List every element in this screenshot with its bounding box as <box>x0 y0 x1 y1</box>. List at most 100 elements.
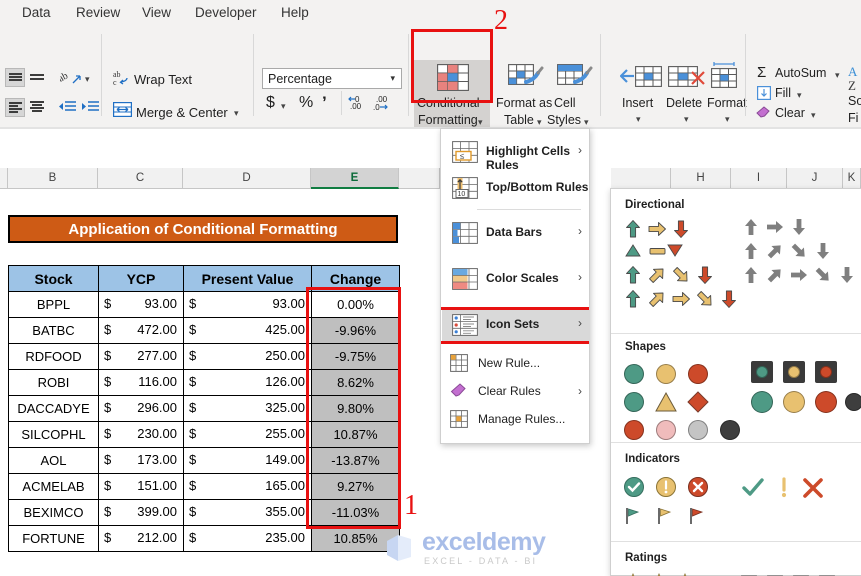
menu-item-data-bars[interactable]: Data Bars › <box>442 216 590 250</box>
icon-check-circle-green[interactable] <box>623 476 645 503</box>
cell-ycp[interactable]: $472.00 <box>98 317 184 344</box>
cell-stock[interactable]: DACCADYE <box>8 395 99 422</box>
merge-center-chevron-down-icon[interactable]: ▾ <box>234 108 239 119</box>
fill-label[interactable]: Fill <box>775 86 791 100</box>
cell-stock[interactable]: BEXIMCO <box>8 499 99 526</box>
autosum-icon[interactable]: Σ <box>757 64 766 81</box>
insert-cells-icon[interactable] <box>619 64 662 95</box>
insert-chevron-down-icon[interactable]: ▾ <box>636 114 641 125</box>
menu-item-color-scales[interactable]: Color Scales › <box>442 262 590 296</box>
menu-item-manage-rules[interactable]: Manage Rules... <box>442 407 590 433</box>
accounting-chevron-down-icon[interactable]: ▾ <box>281 101 286 112</box>
cell-present-value[interactable]: $255.00 <box>183 421 312 448</box>
icon-arrow-ne-gray[interactable] <box>765 265 785 290</box>
icon-arrow-se-amber[interactable] <box>695 289 715 314</box>
menu-item-icon-sets[interactable]: Icon Sets › <box>442 308 590 342</box>
menu-item-new-rule[interactable]: New Rule... <box>442 351 590 377</box>
menu-item-highlight-cells-rules[interactable]: ≤ Highlight Cells Rules › <box>442 135 590 172</box>
decrease-decimal-icon[interactable]: 0 .00 <box>347 94 366 116</box>
cell-ycp[interactable]: $212.00 <box>98 525 184 552</box>
icon-diamond-red[interactable] <box>686 390 710 419</box>
column-header-b[interactable]: B <box>8 168 98 189</box>
icon-arrow-up-gray[interactable] <box>741 265 761 290</box>
table-row[interactable]: FORTUNE $212.00 $235.00 10.85% <box>8 525 400 552</box>
cell-stock[interactable]: ROBI <box>8 369 99 396</box>
cell-present-value[interactable]: $235.00 <box>183 525 312 552</box>
fill-chevron-down-icon[interactable]: ▾ <box>797 90 802 101</box>
cell-ycp[interactable]: $93.00 <box>98 291 184 318</box>
icon-circle-pink[interactable] <box>656 420 676 440</box>
tab-help[interactable]: Help <box>281 5 309 20</box>
cell-stock[interactable]: ACMELAB <box>8 473 99 500</box>
icon-circle-amber[interactable] <box>783 391 805 413</box>
format-cells-icon[interactable] <box>708 60 740 95</box>
menu-item-top-bottom-rules[interactable]: 10 Top/Bottom Rules › <box>442 171 590 205</box>
wrap-text-label[interactable]: Wrap Text <box>134 72 192 87</box>
icon-flag-amber[interactable] <box>655 506 675 531</box>
tab-review[interactable]: Review <box>76 5 120 20</box>
icon-circle-green[interactable] <box>624 392 644 412</box>
icon-arrow-down-gray[interactable] <box>837 265 857 290</box>
comma-style-icon[interactable]: ’ <box>322 93 327 113</box>
cell-present-value[interactable]: $93.00 <box>183 291 312 318</box>
cell-present-value[interactable]: $250.00 <box>183 343 312 370</box>
column-header-f[interactable] <box>399 168 440 189</box>
clear-icon[interactable] <box>756 106 772 126</box>
cell-present-value[interactable]: $165.00 <box>183 473 312 500</box>
menu-item-clear-rules[interactable]: Clear Rules › <box>442 379 590 405</box>
icon-circle-silver[interactable] <box>688 420 708 440</box>
cell-present-value[interactable]: $325.00 <box>183 395 312 422</box>
icon-circle-black[interactable] <box>845 393 861 411</box>
icon-arrow-se-gray[interactable] <box>789 241 809 266</box>
orientation-chevron-down-icon[interactable]: ▾ <box>85 74 90 85</box>
cell-ycp[interactable]: $277.00 <box>98 343 184 370</box>
merge-center-icon[interactable] <box>113 102 132 122</box>
tab-view[interactable]: View <box>142 5 171 20</box>
column-header-k[interactable]: K <box>843 168 861 189</box>
align-top-button[interactable] <box>5 68 25 87</box>
align-middle-button[interactable] <box>28 68 48 87</box>
cell-ycp[interactable]: $296.00 <box>98 395 184 422</box>
cell-stock[interactable]: RDFOOD <box>8 343 99 370</box>
increase-indent-icon[interactable] <box>81 100 101 119</box>
icon-arrow-up-gray[interactable] <box>741 241 761 266</box>
column-header-h[interactable]: H <box>671 168 731 189</box>
column-header-i[interactable]: I <box>731 168 787 189</box>
icon-circle-red[interactable] <box>624 420 644 440</box>
accounting-number-format-icon[interactable]: $ <box>266 94 275 112</box>
column-header-c[interactable]: C <box>98 168 183 189</box>
icon-circle-amber[interactable] <box>656 364 676 384</box>
icon-arrow-up-green[interactable] <box>623 289 643 314</box>
icon-triangle-amber[interactable] <box>654 390 678 419</box>
column-header-e[interactable]: E <box>311 168 399 189</box>
cell-stock[interactable]: BPPL <box>8 291 99 318</box>
tab-developer[interactable]: Developer <box>195 5 257 20</box>
autosum-label[interactable]: AutoSum <box>775 66 826 80</box>
number-format-select[interactable]: Percentage ▾ <box>262 68 402 89</box>
icon-x-red[interactable] <box>801 477 825 504</box>
icon-circle-green[interactable] <box>751 391 773 413</box>
cell-present-value[interactable]: $425.00 <box>183 317 312 344</box>
icon-circle-black[interactable] <box>720 420 740 440</box>
cell-present-value[interactable]: $126.00 <box>183 369 312 396</box>
cell-stock[interactable]: AOL <box>8 447 99 474</box>
icon-arrow-ne-amber[interactable] <box>647 289 667 314</box>
cell-ycp[interactable]: $399.00 <box>98 499 184 526</box>
icon-arrow-down-red[interactable] <box>719 289 739 314</box>
number-format-chevron-down-icon[interactable]: ▾ <box>390 73 395 84</box>
decrease-indent-icon[interactable] <box>58 100 78 119</box>
icon-arrow-se-amber[interactable] <box>671 265 691 290</box>
format-as-table-icon[interactable] <box>508 64 544 97</box>
cell-present-value[interactable]: $149.00 <box>183 447 312 474</box>
cell-ycp[interactable]: $173.00 <box>98 447 184 474</box>
cell-ycp[interactable]: $230.00 <box>98 421 184 448</box>
cell-stock[interactable]: SILCOPHL <box>8 421 99 448</box>
merge-center-label[interactable]: Merge & Center <box>136 105 228 120</box>
icon-flag-green[interactable] <box>623 506 643 531</box>
format-chevron-down-icon[interactable]: ▾ <box>725 114 730 125</box>
cell-stock[interactable]: FORTUNE <box>8 525 99 552</box>
cell-styles-icon[interactable] <box>557 64 593 97</box>
tab-data[interactable]: Data <box>22 5 51 20</box>
icon-arrow-up-gray[interactable] <box>741 217 761 242</box>
clear-chevron-down-icon[interactable]: ▾ <box>811 110 816 121</box>
